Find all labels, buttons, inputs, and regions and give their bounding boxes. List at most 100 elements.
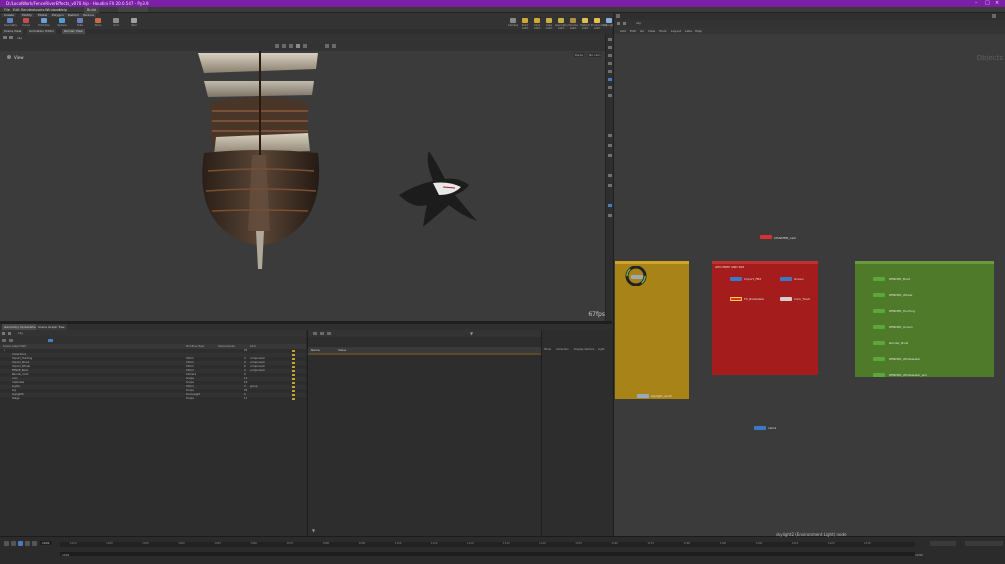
wireframe-icon[interactable] <box>608 144 612 147</box>
network-box-render[interactable]: RENDER_Boat RENDER_Whale RENDER_Hunting REN… <box>855 261 994 377</box>
network-canvas[interactable]: Objects skylight_rect2 GEO PREP AND SIM … <box>614 34 1005 537</box>
shelf-tab-polygon[interactable]: Polygon <box>50 13 66 17</box>
range-slider[interactable] <box>60 552 915 556</box>
current-frame[interactable]: 1001 <box>40 541 52 545</box>
jump-end-icon[interactable] <box>32 541 37 546</box>
visibility-icon[interactable] <box>292 382 295 384</box>
distant-light-tool[interactable]: Distant Light <box>579 18 591 30</box>
point-light-tool[interactable]: Point Light <box>519 18 531 30</box>
render-icon[interactable] <box>296 44 300 48</box>
render-node[interactable] <box>873 357 885 361</box>
step-forward-icon[interactable] <box>25 541 30 546</box>
forward-icon[interactable] <box>8 332 11 335</box>
visibility-icon[interactable] <box>292 366 295 368</box>
render-node[interactable] <box>873 325 885 329</box>
camera-icon[interactable] <box>332 44 336 48</box>
back-icon[interactable] <box>2 332 5 335</box>
cam-track-node[interactable] <box>780 297 792 301</box>
scene-path[interactable]: obj <box>18 331 23 335</box>
new-tab-icon[interactable] <box>616 14 620 18</box>
render-node[interactable] <box>873 293 885 297</box>
network-box-yellow[interactable]: skylight_rect2 <box>615 261 689 399</box>
network-box-geo-prep[interactable]: GEO PREP AND SIM Import_FBX Ocean FX_Boa… <box>712 261 818 375</box>
light-node[interactable] <box>631 275 643 279</box>
snap-icon[interactable] <box>608 94 612 97</box>
shelf-tab-modify[interactable]: Modify <box>20 13 34 17</box>
visibility-icon[interactable] <box>292 354 295 356</box>
scale-icon[interactable] <box>608 62 612 65</box>
visibility-icon[interactable] <box>292 398 295 400</box>
camera-button[interactable]: No cam <box>588 53 602 57</box>
close-icon[interactable]: × <box>995 0 999 7</box>
null-tool[interactable]: Null <box>128 18 140 28</box>
forward-arrow-icon[interactable] <box>9 36 13 39</box>
visibility-icon[interactable] <box>292 386 295 388</box>
light-icon[interactable] <box>608 134 612 137</box>
charter-cam-node[interactable] <box>760 235 772 239</box>
shelf-tab-texture[interactable]: Texture <box>81 13 96 17</box>
rotate-icon[interactable] <box>608 54 612 57</box>
range-start[interactable]: 1001 <box>62 553 70 557</box>
tab-light[interactable]: Light <box>598 348 604 351</box>
filter-funnel-icon[interactable]: ▼ <box>470 331 473 336</box>
expand-arrow-icon[interactable]: ▼ <box>312 528 315 533</box>
table-row[interactable]: Stage Scope 11 <box>0 397 306 401</box>
area-light-tool[interactable]: Area Light <box>543 18 555 30</box>
display-options-icon[interactable] <box>275 44 279 48</box>
select-icon[interactable] <box>608 38 612 41</box>
visibility-icon[interactable] <box>292 378 295 380</box>
tab-show[interactable]: Show <box>544 348 551 351</box>
refresh-icon[interactable] <box>48 339 53 342</box>
list-view-icon[interactable] <box>320 332 324 335</box>
curve-tool[interactable]: Curve <box>20 18 32 28</box>
jump-start-icon[interactable] <box>4 541 9 546</box>
sphere-tool[interactable]: Sphere <box>56 18 68 28</box>
visibility-icon[interactable] <box>292 394 295 396</box>
persp-button[interactable]: Persp <box>574 53 585 57</box>
pane-menu-icon[interactable] <box>992 14 996 18</box>
network-path[interactable]: obj <box>636 21 641 25</box>
collapse-icon[interactable] <box>9 339 13 342</box>
grid-view-icon[interactable] <box>313 332 317 335</box>
net-back-icon[interactable] <box>617 22 620 25</box>
tree-view-icon[interactable] <box>327 332 331 335</box>
ghost-icon[interactable] <box>608 154 612 157</box>
fx-boatwake-node[interactable] <box>730 297 742 301</box>
filter-icon[interactable] <box>2 339 6 342</box>
ocean-node[interactable] <box>780 277 792 281</box>
environment-light-tool[interactable]: Environment Light <box>591 18 608 30</box>
isolate-icon[interactable] <box>608 174 612 177</box>
key-all-channels-button[interactable] <box>965 541 1003 546</box>
skylight-node[interactable] <box>637 394 649 398</box>
back-arrow-icon[interactable] <box>3 36 7 39</box>
viewport[interactable]: View Persp No cam 67fps <box>0 51 608 321</box>
geometry-tool[interactable]: Geometry <box>4 18 17 28</box>
visibility-icon[interactable] <box>292 350 295 352</box>
primitive-tool[interactable]: Primitive <box>38 18 50 28</box>
cam1-node[interactable] <box>754 426 766 430</box>
path-obj[interactable]: obj <box>17 36 22 40</box>
render-node[interactable] <box>873 373 885 377</box>
volume-light-tool[interactable]: Volume Light <box>567 18 579 30</box>
shelf-tab-create[interactable]: Create <box>2 13 16 17</box>
visibility-icon[interactable] <box>292 390 295 392</box>
minimize-icon[interactable]: – <box>975 0 978 7</box>
timeline-track[interactable]: 1010 1020 1030 1040 1050 1060 1070 1080 1090 1100… <box>60 542 915 547</box>
tab-display-options[interactable]: Display Options <box>574 348 594 351</box>
torus-tool[interactable]: Torus <box>92 18 104 28</box>
spot-light-tool[interactable]: Spot Light <box>531 18 543 30</box>
handle-icon[interactable] <box>608 70 612 73</box>
frame-icon[interactable] <box>608 214 612 217</box>
net-forward-icon[interactable] <box>623 22 626 25</box>
visibility-icon[interactable] <box>292 370 295 372</box>
shelf-tab-deform[interactable]: Deform <box>66 13 82 17</box>
view-icon[interactable] <box>608 78 612 81</box>
camera-tool[interactable]: Camera <box>507 18 519 28</box>
shading-icon[interactable] <box>282 44 286 48</box>
play-icon[interactable] <box>18 541 23 546</box>
pose-icon[interactable] <box>608 86 612 89</box>
range-end[interactable]: 1240 <box>915 553 923 557</box>
snapshot-icon[interactable] <box>303 44 307 48</box>
lighting-icon[interactable] <box>289 44 293 48</box>
shelf-tab-model[interactable]: Model <box>36 13 50 17</box>
